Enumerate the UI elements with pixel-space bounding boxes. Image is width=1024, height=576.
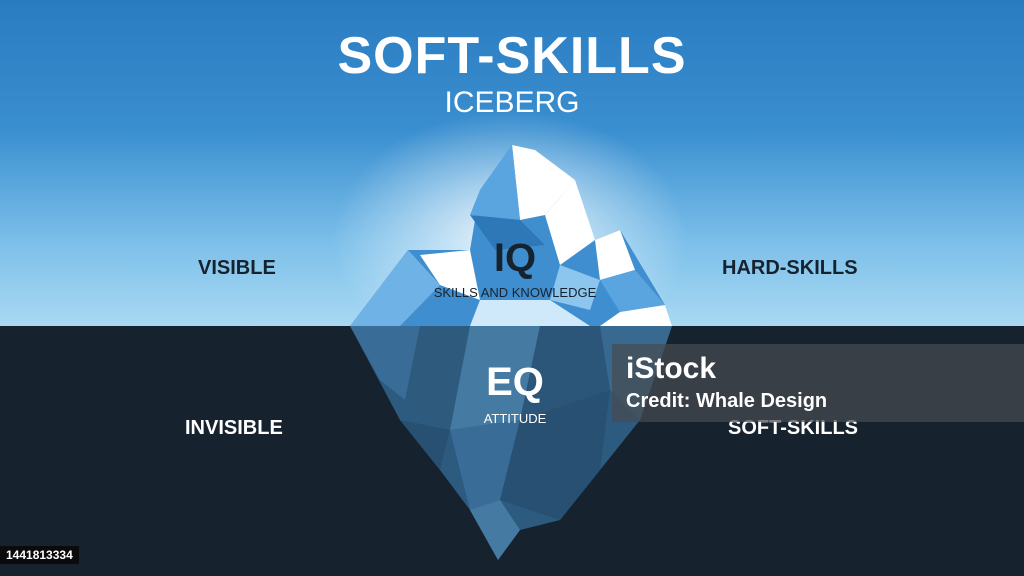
invisible-label: INVISIBLE <box>185 417 283 439</box>
visible-label: VISIBLE <box>198 257 276 279</box>
stock-id-badge: 1441813334 <box>0 546 79 564</box>
watermark-banner: iStock Credit: Whale Design <box>612 344 1024 422</box>
iq-caption: SKILLS AND KNOWLEDGE <box>433 285 597 300</box>
istock-logo: iStock <box>626 352 717 385</box>
eq-caption: ATTITUDE <box>483 411 547 426</box>
iq-heading: IQ <box>493 236 537 280</box>
page-subtitle: ICEBERG <box>444 86 580 119</box>
credit-text: Credit: Whale Design <box>626 390 828 412</box>
hard-skills-label: HARD-SKILLS <box>722 257 858 279</box>
page-title: SOFT-SKILLS <box>337 27 687 85</box>
eq-heading: EQ <box>486 360 544 404</box>
